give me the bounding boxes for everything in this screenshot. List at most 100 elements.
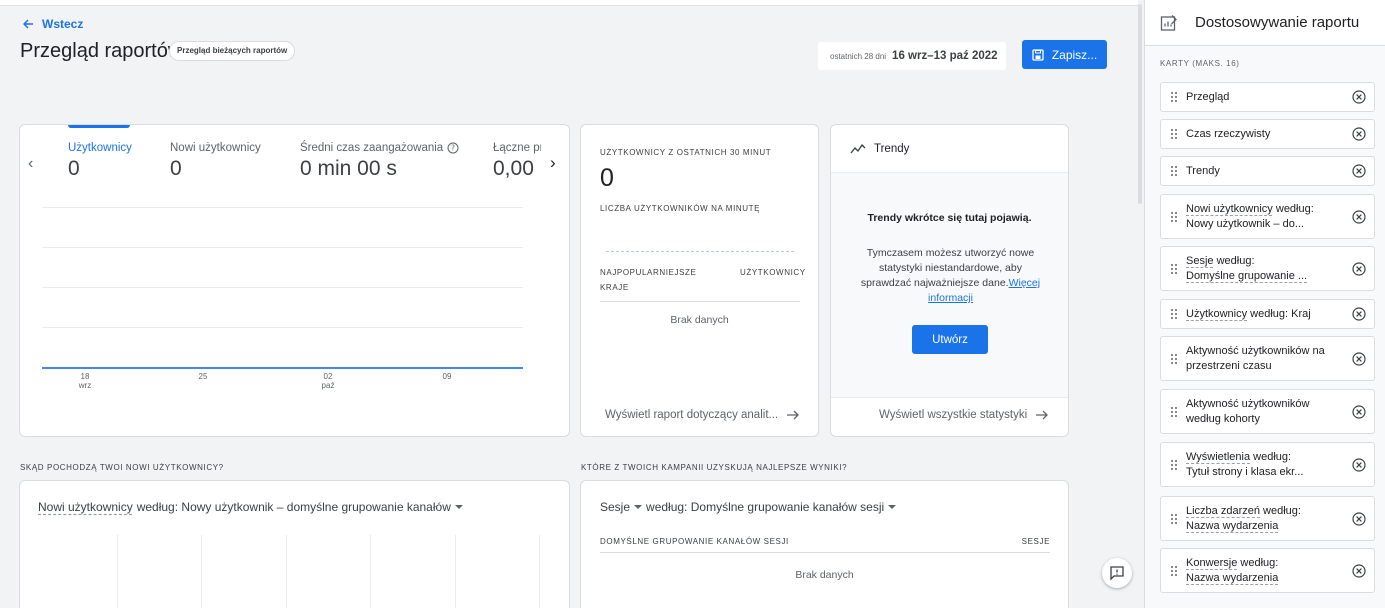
drag-handle-icon[interactable] (1171, 353, 1179, 364)
drag-handle-icon[interactable] (1171, 211, 1179, 222)
remove-icon[interactable] (1352, 90, 1366, 104)
panel-card-label-1: Trendy (1186, 164, 1220, 177)
metric-tab-users[interactable]: Użytkownicy 0 (68, 142, 132, 181)
remove-icon[interactable] (1352, 511, 1366, 526)
panel-card-label-2: Tytuł strony i klasa ekr... (1186, 465, 1304, 478)
gridline (117, 535, 118, 608)
sessions-dimension-dropdown[interactable]: Sesje według: Domyślne grupowanie kanałó… (600, 500, 897, 514)
metric-tab-engagement-time[interactable]: Średni czas zaangażowania ? 0 min 00 s (300, 142, 459, 181)
section-heading-new-users: SKĄD POCHODZĄ TWOI NOWI UŻYTKOWNICY? (20, 463, 224, 472)
x-tick-day: 09 (442, 372, 452, 381)
panel-card-item[interactable]: Użytkownicy według: Kraj (1160, 299, 1375, 329)
panel-card-text: Trendy (1186, 164, 1341, 179)
remove-icon[interactable] (1352, 404, 1366, 419)
sessions-table-header: DOMYŚLNE GRUPOWANIE KANAŁÓW SESJI SESJE (600, 537, 1050, 553)
drag-handle-icon[interactable] (1171, 263, 1179, 274)
x-tick-month: paź (321, 381, 335, 390)
date-range-picker[interactable]: ostatnich 28 dni 16 wrz–13 paź 2022 (818, 42, 1006, 70)
arrow-forward-icon (1036, 410, 1049, 420)
panel-card-label-1: Liczba zdarzeń według: (1186, 504, 1301, 517)
campaigns-card: Sesje według: Domyślne grupowanie kanałó… (580, 480, 1069, 608)
col-sessions: SESJE (1021, 537, 1050, 546)
remove-icon[interactable] (1352, 307, 1366, 321)
panel-card-item[interactable]: Aktywność użytkowników na przestrzeni cza… (1160, 336, 1375, 381)
panel-card-item[interactable]: Trendy (1160, 156, 1375, 186)
create-button[interactable]: Utwórz (912, 325, 988, 354)
trending-icon (850, 143, 866, 153)
remove-icon[interactable] (1352, 127, 1366, 141)
customize-panel: Dostosowywanie raportu KARTY (MAKS. 16) … (1144, 0, 1385, 608)
panel-card-item[interactable]: Sesje według: Domyślne grupowanie ... (1160, 246, 1375, 291)
panel-card-item[interactable]: Czas rzeczywisty (1160, 119, 1375, 149)
realtime-report-link[interactable]: Wyświetl raport dotyczący analit... (605, 409, 800, 421)
metric-tab-total[interactable]: Łączne pr 0,00 (493, 142, 541, 181)
panel-card-item[interactable]: Nowi użytkownicy według: Nowy użytkownik … (1160, 194, 1375, 239)
empty-state: Brak danych (795, 569, 854, 581)
col-users: UŻYTKOWNICY (740, 268, 806, 277)
remove-icon[interactable] (1352, 457, 1366, 472)
feedback-button[interactable] (1102, 558, 1132, 588)
trends-title: Trendy (874, 142, 910, 155)
panel-card-item[interactable]: Aktywność użytkowników według kohorty (1160, 389, 1375, 434)
panel-card-label-1: Nowi użytkownicy według: (1186, 202, 1314, 215)
gridline (370, 535, 371, 608)
report-chip[interactable]: Przegląd bieżących raportów (169, 41, 296, 61)
x-tick: 02 paź (313, 372, 343, 390)
remove-icon[interactable] (1352, 351, 1366, 366)
drag-handle-icon[interactable] (1171, 406, 1179, 417)
panel-card-text: Aktywność użytkowników według kohorty (1186, 397, 1341, 427)
dropdown-arrow-icon (454, 505, 463, 509)
chevron-right-icon[interactable]: › (550, 153, 556, 173)
metric-value: 0 min 00 s (300, 157, 397, 180)
gridline (42, 247, 523, 248)
drag-handle-icon[interactable] (1171, 513, 1179, 524)
realtime-caption: UŻYTKOWNICY Z OSTATNICH 30 MINUT (600, 148, 772, 157)
panel-card-text: Przegląd (1186, 90, 1341, 105)
dropdown-metric[interactable]: Nowi użytkownicy (38, 500, 133, 514)
dropdown-metric[interactable]: Sesje (600, 500, 630, 514)
metric-tab-new-users[interactable]: Nowi użytkownicy 0 (170, 142, 261, 181)
trends-header: Trendy (831, 125, 1068, 172)
drag-handle-icon[interactable] (1171, 309, 1179, 319)
panel-card-item[interactable]: Przegląd (1160, 82, 1375, 112)
drag-handle-icon[interactable] (1171, 129, 1179, 139)
x-tick-day: 25 (198, 372, 208, 381)
panel-card-text: Sesje według: Domyślne grupowanie ... (1186, 254, 1341, 284)
feedback-icon (1110, 566, 1124, 581)
drag-handle-icon[interactable] (1171, 92, 1179, 102)
save-button[interactable]: Zapisz... (1022, 40, 1107, 69)
back-label: Wstecz (42, 17, 84, 31)
drag-handle-icon[interactable] (1171, 459, 1179, 470)
col-countries: NAJPOPULARNIEJSZE KRAJE (600, 268, 697, 292)
trends-body: Trendy wkrótce się tutaj pojawią. Tymcza… (831, 172, 1068, 398)
gridline (42, 287, 523, 288)
gridline (42, 207, 523, 208)
panel-card-label-1: Konwersje według: (1186, 556, 1279, 569)
x-tick-day: 18 (80, 372, 90, 381)
per-minute-caption: LICZBA UŻYTKOWNIKÓW NA MINUTĘ (600, 204, 761, 213)
remove-icon[interactable] (1352, 261, 1366, 276)
remove-icon[interactable] (1352, 563, 1366, 578)
remove-icon[interactable] (1352, 164, 1366, 178)
panel-title: Dostosowywanie raportu (1195, 14, 1360, 31)
all-insights-link[interactable]: Wyświetl wszystkie statystyki (879, 409, 1049, 421)
drag-handle-icon[interactable] (1171, 166, 1179, 176)
main-content: Wstecz Przegląd raportów Przegląd bieżąc… (0, 6, 1138, 608)
help-icon[interactable]: ? (447, 142, 459, 154)
back-link[interactable]: Wstecz (22, 17, 83, 31)
panel-card-item[interactable]: Liczba zdarzeń według: Nazwa wydarzenia (1160, 496, 1375, 541)
new-users-dimension-dropdown[interactable]: Nowi użytkownicy według: Nowy użytkownik… (38, 500, 463, 514)
chevron-left-icon[interactable]: ‹ (28, 155, 33, 173)
drag-handle-icon[interactable] (1171, 565, 1179, 576)
panel-card-text: Czas rzeczywisty (1186, 127, 1341, 142)
arrow-back-icon (23, 19, 33, 29)
panel-card-label-2: według kohorty (1186, 412, 1260, 425)
empty-state: Brak danych (670, 314, 729, 326)
panel-card-item[interactable]: Konwersje według: Nazwa wydarzenia (1160, 548, 1375, 593)
panel-card-text: Liczba zdarzeń według: Nazwa wydarzenia (1186, 504, 1341, 534)
metric-label: Użytkownicy (68, 142, 132, 154)
remove-icon[interactable] (1352, 209, 1366, 224)
scrollbar-thumb[interactable] (1138, 4, 1142, 204)
x-tick: 09 (432, 372, 462, 381)
panel-card-item[interactable]: Wyświetlenia według: Tytuł strony i klasa… (1160, 442, 1375, 487)
